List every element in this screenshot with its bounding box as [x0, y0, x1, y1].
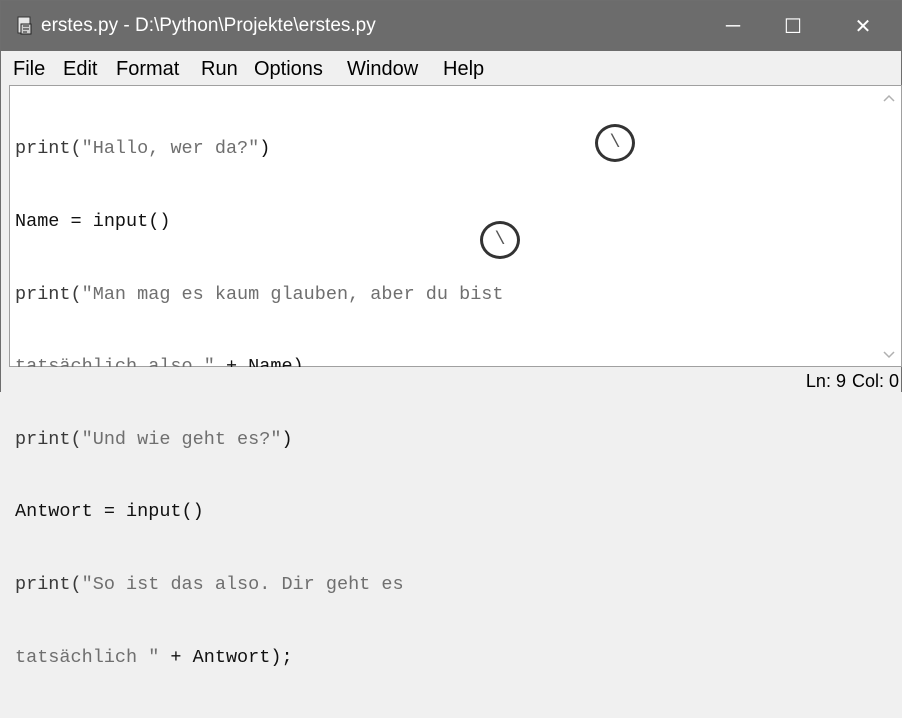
code-line: Antwort = input() [15, 500, 515, 524]
close-button[interactable]: ✕ [841, 1, 885, 51]
maximize-button[interactable]: ☐ [771, 1, 815, 51]
menu-file[interactable]: File [13, 57, 45, 81]
code-text[interactable]: print("Hallo, wer da?") Name = input() p… [15, 89, 515, 718]
column-number: Col: 0 [851, 371, 899, 391]
menu-edit[interactable]: Edit [63, 57, 97, 81]
code-rest: ) [281, 428, 293, 450]
cursor-position: Ln: 9 Col: 0 [800, 370, 899, 392]
menu-run[interactable]: Run [201, 57, 238, 81]
menu-window[interactable]: Window [347, 57, 418, 81]
code-rest: ) [259, 138, 271, 160]
code-line: print("Und wie geht es?") [15, 428, 515, 452]
code-keyword: print( [15, 138, 82, 160]
code-line: print("So ist das also. Dir geht es [15, 573, 515, 597]
line-continuation-marker: \ [480, 221, 520, 259]
code-keyword: print( [15, 283, 82, 305]
code-keyword: print( [15, 573, 82, 595]
idle-editor-window: erstes.py - D:\Python\Projekte\erstes.py… [0, 0, 902, 668]
status-bar: Ln: 9 Col: 0 [1, 367, 901, 393]
code-string: "Man mag es kaum glauben, aber du bist [81, 283, 515, 305]
python-file-icon[interactable] [15, 16, 35, 36]
menu-bar: File Edit Format Run Options Window Help [1, 51, 901, 85]
menu-options[interactable]: Options [254, 57, 323, 81]
code-string: "Hallo, wer da?" [81, 138, 260, 160]
window-title: erstes.py - D:\Python\Projekte\erstes.py [41, 15, 376, 36]
line-number: Ln: 9 [805, 371, 846, 391]
code-string: "So ist das also. Dir geht es [81, 573, 415, 595]
code-line: print("Man mag es kaum glauben, aber du … [15, 283, 515, 307]
code-keyword: print( [15, 428, 82, 450]
chevron-up-icon[interactable] [883, 90, 895, 105]
code-rest: + Antwort); [159, 646, 293, 668]
code-string: tatsächlich " [15, 646, 160, 668]
title-bar[interactable]: erstes.py - D:\Python\Projekte\erstes.py… [1, 1, 901, 51]
code-rest: Antwort = input() [15, 501, 204, 523]
minimize-button[interactable]: ─ [711, 1, 755, 51]
code-line: print("Hallo, wer da?") [15, 137, 515, 161]
chevron-down-icon[interactable] [883, 347, 895, 362]
code-rest: Name = input() [15, 211, 171, 232]
code-editor[interactable]: print("Hallo, wer da?") Name = input() p… [9, 85, 902, 668]
code-line: Name = input() [15, 210, 515, 234]
line-continuation-marker: \ [595, 124, 635, 162]
code-line: tatsächlich " + Antwort); [15, 646, 515, 670]
menu-help[interactable]: Help [443, 57, 484, 81]
code-string: "Und wie geht es?" [81, 428, 282, 450]
menu-format[interactable]: Format [116, 57, 179, 81]
